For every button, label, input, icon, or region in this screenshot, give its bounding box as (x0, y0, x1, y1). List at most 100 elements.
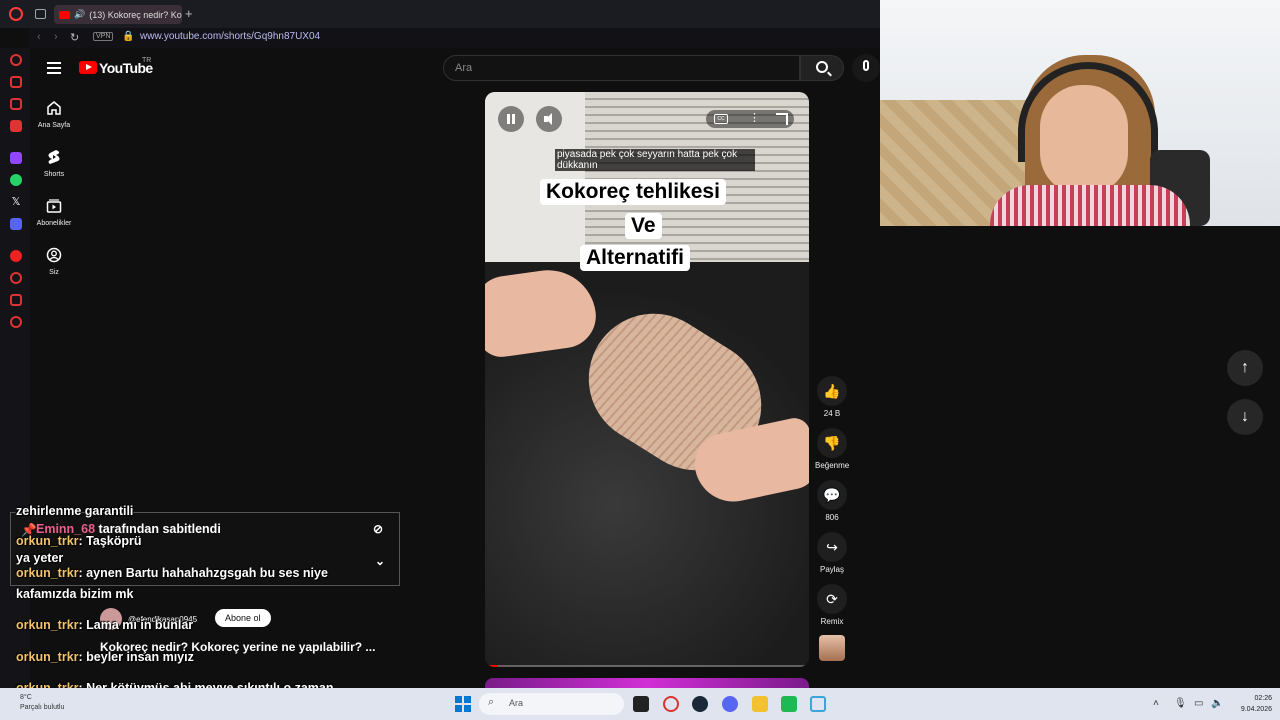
chat-message: orkun_trkr: Taşköprü (16, 534, 142, 548)
like-count: 24 B (823, 409, 841, 418)
video-subtitle: piyasada pek çok seyyarın hatta pek çok … (555, 149, 755, 171)
share-label: Paylaş (819, 565, 844, 574)
new-tab-button[interactable]: + (185, 6, 193, 21)
youtube-favicon-icon (59, 10, 70, 19)
shopping-icon[interactable] (10, 76, 22, 88)
comments-button[interactable]: 💬 806 (815, 480, 849, 522)
guide-item-subscriptions[interactable]: Abonelikler (30, 198, 78, 227)
previous-short-button[interactable]: ↑ (1227, 350, 1263, 386)
speaker-icon[interactable]: 🔊 (74, 9, 85, 20)
youtube-logo-icon[interactable] (79, 61, 97, 74)
tab-title: (13) Kokoreç nedir? Ko (89, 9, 182, 20)
taskbar-search-input[interactable]: ⌕ Ara (479, 693, 624, 715)
tab-switcher-icon[interactable] (35, 9, 46, 19)
browser-tab-active[interactable]: 🔊 (13) Kokoreç nedir? Ko (54, 5, 182, 24)
video-progress-bar[interactable] (485, 665, 809, 667)
next-short-button[interactable]: ↓ (1227, 399, 1263, 435)
guide-item-you[interactable]: Siz (30, 247, 78, 276)
guide-item-home[interactable]: Ana Sayfa (30, 100, 78, 129)
player-top-controls: CC ⋮ (706, 110, 794, 128)
shorts-video-player[interactable]: CC ⋮ piyasada pek çok seyyarın hatta pek… (485, 92, 809, 667)
chat-text: : beyler insan mıyız (78, 650, 194, 664)
microphone-tray-icon[interactable]: 🎙 (1174, 698, 1187, 709)
like-button[interactable]: 👍 24 B (815, 376, 849, 418)
unpin-icon[interactable]: ⊘ (373, 522, 383, 536)
guide-label-you: Siz (49, 269, 59, 276)
account-icon (46, 247, 62, 263)
dislike-button[interactable]: 👎 Beğenme (815, 428, 849, 470)
remix-button[interactable]: ⟳ Remix (815, 584, 849, 626)
guide-label-subscriptions: Abonelikler (36, 220, 72, 227)
menu-icon[interactable] (47, 62, 61, 74)
windows-start-icon[interactable] (455, 696, 471, 712)
search-button[interactable] (800, 55, 844, 81)
x-twitter-icon[interactable]: 𝕏 (10, 196, 22, 208)
share-button[interactable]: ↪ Paylaş (815, 532, 849, 574)
vpn-badge[interactable]: VPN (93, 32, 114, 41)
thumbs-up-icon: 👍 (817, 376, 847, 406)
settings-gear-icon[interactable] (10, 316, 22, 328)
captions-icon[interactable]: CC (714, 114, 728, 124)
sound-thumbnail[interactable] (819, 635, 845, 661)
thumbs-down-icon: 👎 (817, 428, 847, 458)
settings-taskbar-icon[interactable] (810, 696, 826, 712)
video-title-overlay-line: Kokoreç tehlikesi (540, 179, 726, 205)
chat-message: ya yeter (16, 551, 63, 565)
history-icon[interactable] (10, 272, 22, 284)
whatsapp-icon[interactable] (10, 174, 22, 186)
back-icon[interactable]: ‹ (37, 31, 41, 43)
video-title-overlay-line: Ve (625, 213, 662, 239)
opera-taskbar-icon[interactable] (663, 696, 679, 712)
opera-logo-icon[interactable] (9, 7, 23, 21)
weather-temp: 8°C (20, 694, 32, 701)
app-taskbar-icon[interactable] (781, 696, 797, 712)
pause-icon[interactable] (498, 106, 524, 132)
lock-icon[interactable]: 🔒 (122, 31, 134, 42)
twitch-icon[interactable] (10, 152, 22, 164)
chat-message: orkun_trkr: beyler insan mıyız (16, 650, 194, 664)
clock-date: 9.04.2026 (1240, 706, 1272, 713)
discord-taskbar-icon[interactable] (722, 696, 738, 712)
region-code: TR (142, 57, 152, 64)
forward-icon[interactable]: › (54, 31, 58, 43)
subscribe-button[interactable]: Abone ol (215, 609, 271, 627)
search-icon: ⌕ (488, 696, 495, 708)
steam-icon[interactable] (692, 696, 708, 712)
weather-text: Parçalı bulutlu (20, 704, 65, 711)
display-tray-icon[interactable]: ▭ (1194, 698, 1203, 709)
chat-text: : Lama mı in bunlar (78, 618, 194, 632)
messenger-icon[interactable] (10, 120, 22, 132)
aria-icon[interactable] (10, 54, 22, 66)
weather-widget[interactable]: 8°C Parçalı bulutlu (20, 693, 64, 713)
task-view-icon[interactable] (633, 696, 649, 712)
volume-icon[interactable] (536, 106, 562, 132)
chat-message: orkun_trkr: Lama mı in bunlar (16, 618, 193, 632)
chat-text: : aynen Bartu hahahahzgsgah bu ses niye (78, 566, 328, 580)
clock-time: 02:26 (1254, 695, 1272, 702)
taskbar-clock[interactable]: 02:26 9.04.2026 (1220, 693, 1272, 715)
guide-item-shorts[interactable]: Shorts (30, 149, 78, 178)
file-explorer-icon[interactable] (752, 696, 768, 712)
dislike-label: Beğenme (815, 461, 850, 470)
extensions-icon[interactable] (10, 294, 22, 306)
microphone-icon (863, 60, 869, 71)
reload-icon[interactable]: ↻ (70, 31, 79, 44)
url-field[interactable]: www.youtube.com/shorts/Gq9hn87UX04 (140, 31, 320, 42)
comment-count: 806 (825, 513, 839, 522)
more-options-icon[interactable]: ⋮ (749, 112, 760, 124)
arrow-up-icon: ↑ (1241, 359, 1249, 376)
chat-username: orkun_trkr (16, 618, 79, 632)
voice-search-button[interactable] (852, 54, 880, 82)
tab-islands-icon[interactable] (10, 98, 22, 110)
fullscreen-icon[interactable] (776, 113, 788, 125)
tray-chevron-icon[interactable]: ˄ (1153, 698, 1159, 709)
music-player-icon[interactable] (10, 250, 22, 262)
chat-message: zehirlenme garantili (16, 504, 133, 518)
chevron-down-icon[interactable]: ⌄ (375, 554, 385, 568)
browser-tab-bar: 🔊 (13) Kokoreç nedir? Ko + (0, 0, 880, 28)
discord-icon[interactable] (10, 218, 22, 230)
shorts-icon (48, 150, 60, 164)
chat-text: zehirlenme garantili (16, 504, 134, 518)
search-input[interactable]: Ara (443, 55, 800, 81)
subscriptions-icon (46, 199, 62, 213)
